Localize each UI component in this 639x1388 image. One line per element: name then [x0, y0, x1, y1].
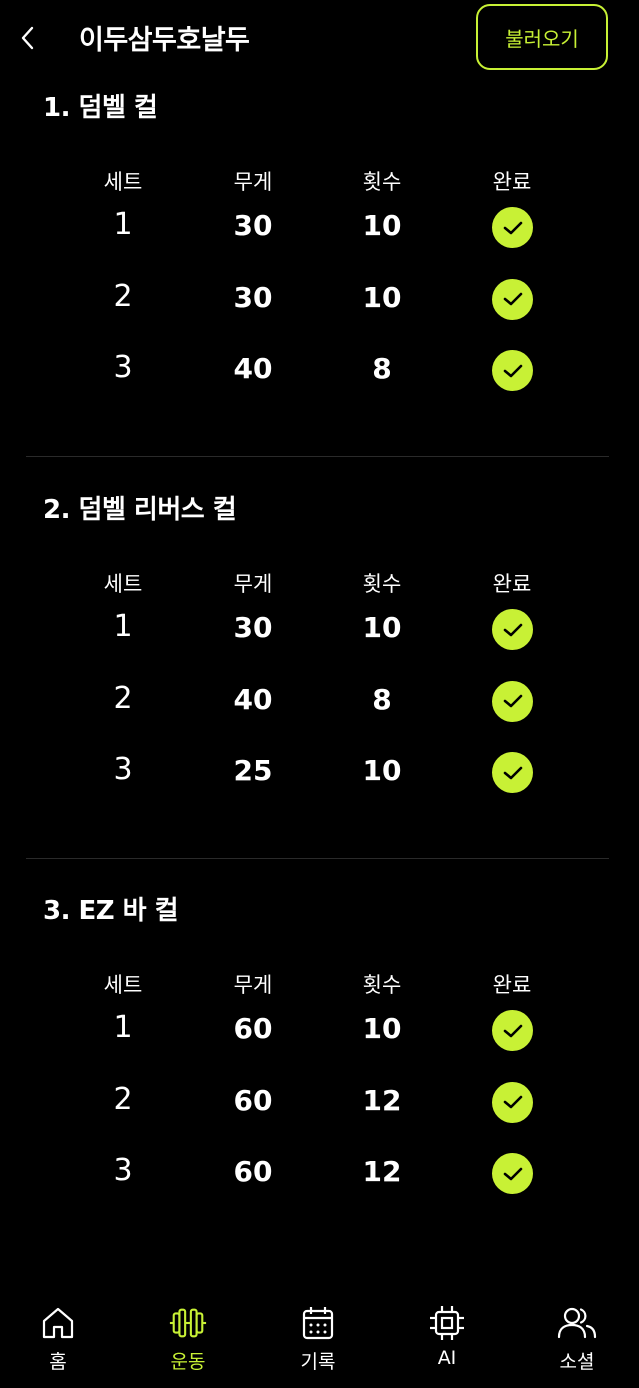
column-header-set: 세트 [103, 170, 143, 194]
header: 이두삼두호날두 불러오기 [0, 0, 639, 80]
column-header-done: 완료 [492, 973, 532, 997]
nav-label-records: 기록 [300, 1351, 336, 1373]
nav-item-workout[interactable]: 운동 [138, 1292, 238, 1374]
set-set: 2 [113, 680, 133, 716]
complete-checkbox[interactable] [492, 207, 533, 248]
section-divider [26, 858, 609, 859]
nav-label-ai: AI [437, 1347, 457, 1369]
set-reps[interactable]: 12 [322, 1155, 442, 1188]
home-icon [42, 1307, 74, 1339]
set-weight[interactable]: 40 [193, 683, 313, 716]
complete-checkbox[interactable] [492, 1153, 533, 1194]
set-set: 3 [113, 752, 133, 787]
exercise-name: 2. 덤벨 리버스 컬 [43, 495, 237, 525]
chevron-left-icon [21, 26, 34, 50]
column-header-set: 세트 [103, 973, 143, 997]
exercise-name: 1. 덤벨 컬 [43, 93, 158, 123]
exercise-name: 3. EZ 바 컬 [43, 896, 179, 926]
check-icon [503, 292, 522, 306]
set-weight[interactable]: 40 [193, 352, 313, 385]
set-weight[interactable]: 30 [193, 281, 313, 314]
bottom-nav: 홈 운동 기록 AI 소셜 [0, 1292, 639, 1388]
dumbbell-icon [169, 1308, 207, 1338]
column-header-weight: 무게 [233, 572, 273, 596]
check-icon [503, 364, 522, 377]
load-button[interactable]: 불러오기 [476, 4, 608, 70]
calendar-icon [302, 1307, 334, 1340]
check-icon [503, 221, 522, 234]
set-weight[interactable]: 30 [193, 209, 313, 242]
nav-label-social: 소셜 [559, 1351, 595, 1373]
set-set: 1 [113, 207, 133, 242]
nav-item-social[interactable]: 소셜 [527, 1292, 627, 1374]
check-icon [503, 1095, 522, 1109]
set-weight[interactable]: 60 [193, 1084, 313, 1117]
section-divider [26, 456, 609, 457]
nav-item-records[interactable]: 기록 [268, 1292, 368, 1374]
back-button[interactable] [14, 22, 42, 54]
complete-checkbox[interactable] [492, 680, 533, 722]
page-title: 이두삼두호날두 [79, 25, 250, 56]
nav-label-workout: 운동 [170, 1351, 206, 1373]
check-icon [503, 766, 522, 779]
column-header-reps: 횟수 [362, 973, 402, 997]
set-set: 2 [113, 278, 133, 314]
column-header-done: 완료 [492, 170, 532, 194]
complete-checkbox[interactable] [492, 1010, 533, 1051]
nav-label-home: 홈 [49, 1351, 67, 1373]
set-reps[interactable]: 10 [322, 1012, 442, 1045]
check-icon [503, 1024, 522, 1037]
column-header-set: 세트 [103, 572, 143, 596]
set-reps[interactable]: 10 [322, 281, 442, 314]
workout-page: 이두삼두호날두 불러오기 1. 덤벨 컬 세트 무게 횟수 완료 1 30 10 2 30 10 3 4… [0, 0, 639, 1388]
set-set: 1 [113, 1010, 133, 1045]
check-icon [503, 1167, 522, 1180]
set-reps[interactable]: 10 [322, 209, 442, 242]
column-header-weight: 무게 [233, 170, 273, 194]
set-weight[interactable]: 25 [193, 754, 313, 787]
complete-checkbox[interactable] [492, 1081, 533, 1123]
complete-checkbox[interactable] [492, 278, 533, 320]
set-set: 2 [113, 1081, 133, 1117]
check-icon [503, 694, 522, 708]
set-reps[interactable]: 10 [322, 754, 442, 787]
nav-item-home[interactable]: 홈 [8, 1292, 108, 1374]
set-weight[interactable]: 30 [193, 611, 313, 644]
column-header-weight: 무게 [233, 973, 273, 997]
chip-icon [430, 1306, 464, 1340]
set-set: 3 [113, 1153, 133, 1188]
column-header-reps: 횟수 [362, 572, 402, 596]
set-reps[interactable]: 8 [322, 683, 442, 716]
set-set: 3 [113, 350, 133, 385]
complete-checkbox[interactable] [492, 609, 533, 650]
set-weight[interactable]: 60 [193, 1012, 313, 1045]
set-reps[interactable]: 12 [322, 1084, 442, 1117]
set-reps[interactable]: 10 [322, 611, 442, 644]
set-set: 1 [113, 609, 133, 644]
column-header-reps: 횟수 [362, 170, 402, 194]
set-weight[interactable]: 60 [193, 1155, 313, 1188]
nav-item-ai[interactable]: AI [397, 1292, 497, 1369]
set-reps[interactable]: 8 [322, 352, 442, 385]
check-icon [503, 623, 522, 636]
complete-checkbox[interactable] [492, 350, 533, 391]
users-icon [557, 1307, 597, 1339]
complete-checkbox[interactable] [492, 752, 533, 793]
column-header-done: 완료 [492, 572, 532, 596]
